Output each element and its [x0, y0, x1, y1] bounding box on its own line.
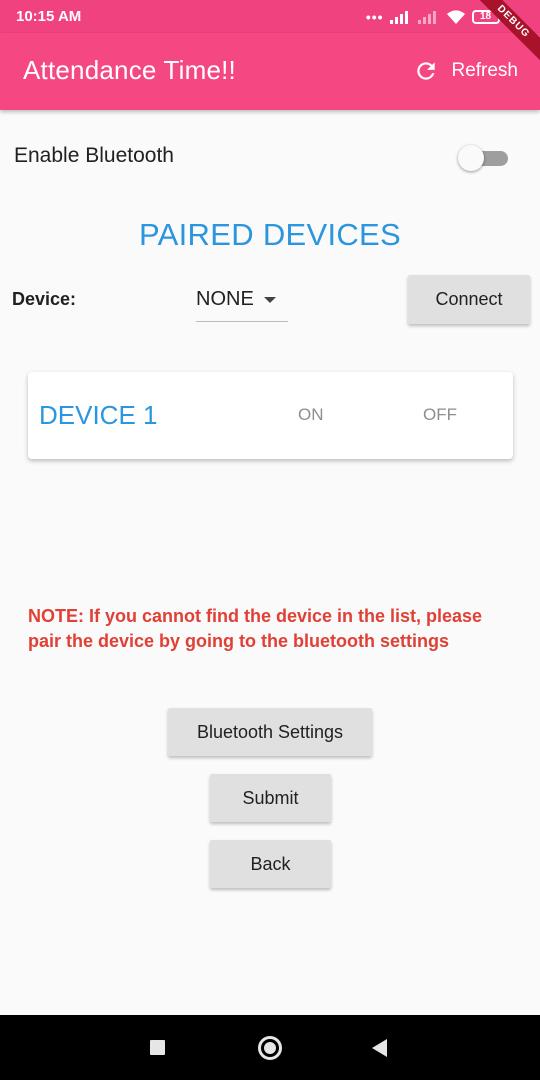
caret-down-icon	[264, 297, 276, 303]
refresh-button[interactable]: Refresh	[413, 55, 518, 87]
device-name: DEVICE 1	[39, 400, 158, 430]
device-label: Device:	[12, 289, 77, 309]
refresh-label: Refresh	[451, 60, 518, 81]
bluetooth-settings-button[interactable]: Bluetooth Settings	[168, 708, 372, 756]
connect-button[interactable]: Connect	[408, 275, 530, 324]
status-bar: 10:15 AM ••• 18 ⚡	[0, 0, 540, 33]
system-nav-bar	[0, 1015, 540, 1080]
device-on-button[interactable]: ON	[298, 405, 324, 425]
toggle-thumb	[458, 145, 484, 171]
paired-devices-heading: PAIRED DEVICES	[138, 217, 402, 252]
recent-apps-icon[interactable]	[150, 1040, 165, 1055]
bluetooth-note: NOTE: If you cannot find the device in t…	[28, 606, 483, 651]
back-button[interactable]: Back	[210, 840, 331, 888]
wifi-icon	[446, 9, 465, 24]
device-off-button[interactable]: OFF	[423, 405, 457, 425]
back-nav-icon[interactable]	[372, 1039, 387, 1057]
signal-icon	[389, 10, 408, 24]
refresh-icon	[417, 62, 436, 80]
signal-weak-icon	[417, 10, 436, 24]
home-icon[interactable]	[258, 1036, 282, 1060]
notification-dots-icon: •••	[365, 8, 384, 25]
submit-button[interactable]: Submit	[210, 774, 331, 822]
enable-bluetooth-label: Enable Bluetooth	[14, 144, 174, 167]
app-bar: Attendance Time!! Refresh	[0, 33, 540, 110]
status-time: 10:15 AM	[16, 8, 82, 25]
device-card: DEVICE 1 ON OFF	[28, 372, 513, 459]
device-dropdown-value: NONE	[196, 288, 254, 310]
bluetooth-toggle[interactable]	[458, 145, 510, 171]
device-dropdown[interactable]: NONE	[196, 283, 288, 322]
app-title: Attendance Time!!	[23, 55, 236, 85]
